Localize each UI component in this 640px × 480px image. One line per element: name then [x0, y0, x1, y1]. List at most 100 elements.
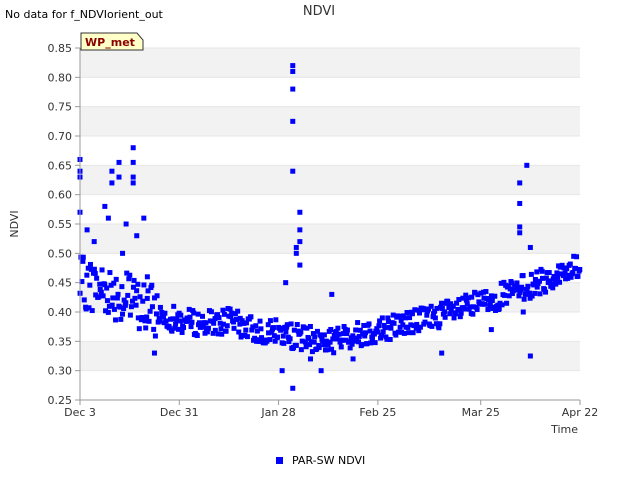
- y-tick-label: 0.35: [48, 335, 73, 348]
- data-point: [270, 325, 276, 331]
- data-point: [195, 311, 201, 317]
- data-point: [442, 314, 448, 320]
- data-point: [149, 282, 155, 288]
- data-point: [105, 215, 111, 221]
- data-point: [274, 334, 280, 340]
- data-point: [311, 339, 317, 345]
- data-point: [521, 296, 527, 302]
- data-point: [253, 323, 259, 329]
- data-point: [349, 341, 355, 347]
- x-tick-label: Jan 28: [260, 406, 295, 419]
- y-tick-label: 0.50: [48, 247, 73, 260]
- data-point: [290, 68, 296, 74]
- data-point: [281, 340, 287, 346]
- x-tick-label: Dec 3: [64, 406, 96, 419]
- data-point: [137, 294, 143, 300]
- data-point: [223, 328, 229, 334]
- data-point: [244, 334, 250, 340]
- data-point: [80, 254, 86, 260]
- data-point: [147, 308, 153, 314]
- y-tick-label: 0.30: [48, 365, 73, 378]
- data-point: [517, 230, 523, 236]
- data-point: [355, 320, 361, 326]
- y-tick-label: 0.80: [48, 71, 73, 84]
- data-point: [307, 356, 313, 362]
- data-point: [404, 310, 410, 316]
- data-point: [543, 289, 549, 295]
- data-point: [287, 336, 293, 342]
- data-point: [410, 330, 416, 336]
- grid-band: [80, 48, 580, 78]
- data-point: [557, 279, 563, 285]
- data-point: [474, 306, 480, 312]
- data-point: [517, 224, 523, 230]
- data-point: [116, 174, 122, 180]
- data-point: [437, 321, 443, 327]
- data-point: [422, 319, 428, 325]
- data-point: [178, 312, 184, 318]
- data-point: [442, 309, 448, 315]
- data-point: [99, 267, 105, 273]
- data-point: [546, 270, 552, 276]
- data-point: [105, 309, 111, 315]
- data-point: [258, 326, 264, 332]
- data-point: [188, 324, 194, 330]
- data-point: [143, 325, 149, 331]
- data-point: [359, 342, 365, 348]
- data-point: [387, 337, 393, 343]
- data-point: [89, 308, 95, 314]
- data-point: [350, 356, 356, 362]
- data-point: [224, 323, 230, 329]
- data-point: [527, 353, 533, 359]
- data-point: [87, 261, 93, 267]
- data-point: [141, 282, 147, 288]
- data-point: [574, 254, 580, 260]
- data-point: [203, 320, 209, 326]
- data-point: [123, 221, 129, 227]
- data-point: [128, 304, 134, 310]
- data-point: [235, 308, 241, 314]
- data-point: [109, 180, 115, 186]
- data-point: [297, 262, 303, 268]
- y-tick-label: 0.55: [48, 218, 73, 231]
- data-point: [539, 268, 545, 274]
- chart-title: NDVI: [303, 4, 335, 19]
- data-point: [517, 180, 523, 186]
- x-axis-ticks: Dec 3 Dec 31 Jan 28 Feb 25 Mar 25 Apr 22: [64, 400, 598, 419]
- data-point: [119, 284, 125, 290]
- data-point: [133, 302, 139, 308]
- x-tick-label: Mar 25: [462, 406, 500, 419]
- data-point: [283, 329, 289, 335]
- data-point: [113, 276, 119, 282]
- data-point: [189, 319, 195, 325]
- data-point: [297, 239, 303, 245]
- legend-label: PAR-SW NDVI: [292, 454, 365, 467]
- data-point: [328, 326, 334, 332]
- data-point: [537, 291, 543, 297]
- data-point: [362, 330, 368, 336]
- data-point: [96, 294, 102, 300]
- data-point: [331, 350, 337, 356]
- data-point: [525, 283, 531, 289]
- data-point: [127, 272, 133, 278]
- data-point: [532, 290, 538, 296]
- data-point: [141, 215, 147, 221]
- data-point: [273, 317, 279, 323]
- data-point: [177, 318, 183, 324]
- data-point: [429, 323, 435, 329]
- data-point: [577, 266, 583, 272]
- data-point: [181, 325, 187, 331]
- data-point: [134, 288, 140, 294]
- data-point: [470, 311, 476, 317]
- data-point: [135, 281, 141, 287]
- data-point: [298, 347, 304, 353]
- x-axis-label: Time: [550, 423, 578, 436]
- y-tick-label: 0.65: [48, 159, 73, 172]
- legend-marker: [276, 457, 283, 464]
- data-point: [236, 329, 242, 335]
- data-point: [288, 321, 294, 327]
- data-point: [401, 330, 407, 336]
- data-point: [366, 321, 372, 327]
- data-point: [205, 325, 211, 331]
- data-point: [94, 275, 100, 281]
